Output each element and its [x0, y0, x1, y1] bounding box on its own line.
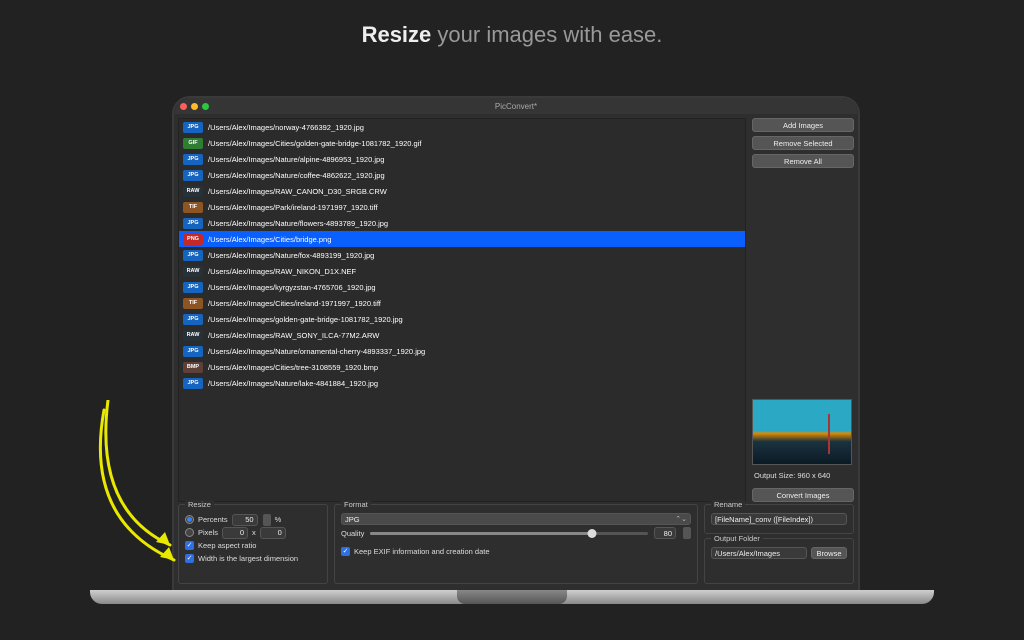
percents-stepper[interactable]	[263, 514, 271, 526]
file-row[interactable]: JPG/Users/Alex/Images/golden-gate-bridge…	[179, 311, 745, 327]
format-badge: JPG	[183, 218, 203, 229]
file-row[interactable]: JPG/Users/Alex/Images/Nature/ornamental-…	[179, 343, 745, 359]
keep-aspect-checkbox[interactable]	[185, 541, 194, 550]
remove-selected-button[interactable]: Remove Selected	[752, 136, 854, 150]
output-folder-group: Output Folder /Users/Alex/Images Browse	[704, 538, 854, 584]
output-folder-path[interactable]: /Users/Alex/Images	[711, 547, 807, 559]
rename-pattern-input[interactable]: [FileName]_conv ([FileIndex])	[711, 513, 847, 525]
file-path: /Users/Alex/Images/Cities/bridge.png	[208, 235, 331, 244]
file-path: /Users/Alex/Images/Cities/golden-gate-br…	[208, 139, 421, 148]
rename-group: Rename [FileName]_conv ([FileIndex])	[704, 504, 854, 534]
file-path: /Users/Alex/Images/Nature/lake-4841884_1…	[208, 379, 378, 388]
format-badge: TIF	[183, 202, 203, 213]
pixels-width-input[interactable]: 0	[222, 527, 248, 539]
preview-image	[752, 399, 852, 465]
file-path: /Users/Alex/Images/Park/ireland-1971997_…	[208, 203, 378, 212]
file-row[interactable]: TIF/Users/Alex/Images/Cities/ireland-197…	[179, 295, 745, 311]
chevron-updown-icon: ⌃⌄	[675, 515, 687, 523]
format-badge: GIF	[183, 138, 203, 149]
file-path: /Users/Alex/Images/golden-gate-bridge-10…	[208, 315, 403, 324]
file-row[interactable]: JPG/Users/Alex/Images/Nature/lake-484188…	[179, 375, 745, 391]
format-badge: BMP	[183, 362, 203, 373]
file-row[interactable]: JPG/Users/Alex/Images/Nature/alpine-4896…	[179, 151, 745, 167]
quality-stepper[interactable]	[683, 527, 691, 539]
format-badge: RAW	[183, 330, 203, 341]
format-badge: RAW	[183, 186, 203, 197]
file-list[interactable]: JPG/Users/Alex/Images/norway-4766392_192…	[178, 118, 746, 502]
percents-input[interactable]: 50	[232, 514, 258, 526]
file-path: /Users/Alex/Images/RAW_CANON_D30_SRGB.CR…	[208, 187, 387, 196]
percents-radio[interactable]	[185, 515, 194, 524]
format-badge: RAW	[183, 266, 203, 277]
format-badge: JPG	[183, 122, 203, 133]
pixels-height-input[interactable]: 0	[260, 527, 286, 539]
output-size-label: Output Size: 960 x 640	[752, 469, 854, 484]
pixels-radio[interactable]	[185, 528, 194, 537]
percents-label: Percents	[198, 515, 228, 524]
file-row[interactable]: JPG/Users/Alex/Images/kyrgyzstan-4765706…	[179, 279, 745, 295]
format-badge: JPG	[183, 170, 203, 181]
format-badge: PNG	[183, 234, 203, 245]
file-path: /Users/Alex/Images/kyrgyzstan-4765706_19…	[208, 283, 376, 292]
file-path: /Users/Alex/Images/Cities/ireland-197199…	[208, 299, 381, 308]
file-path: /Users/Alex/Images/Nature/ornamental-che…	[208, 347, 425, 356]
quality-value-input[interactable]: 80	[654, 527, 676, 539]
format-badge: JPG	[183, 346, 203, 357]
file-path: /Users/Alex/Images/Nature/alpine-4896953…	[208, 155, 384, 164]
titlebar[interactable]: PicConvert*	[174, 98, 858, 114]
file-row[interactable]: RAW/Users/Alex/Images/RAW_CANON_D30_SRGB…	[179, 183, 745, 199]
resize-group: Resize Percents 50 % Pixels 0 x 0	[178, 504, 328, 584]
file-row[interactable]: GIF/Users/Alex/Images/Cities/golden-gate…	[179, 135, 745, 151]
file-path: /Users/Alex/Images/Nature/flowers-489378…	[208, 219, 388, 228]
format-badge: JPG	[183, 314, 203, 325]
file-row[interactable]: JPG/Users/Alex/Images/norway-4766392_192…	[179, 119, 745, 135]
format-badge: JPG	[183, 378, 203, 389]
format-badge: JPG	[183, 250, 203, 261]
keep-exif-label: Keep EXIF information and creation date	[354, 547, 490, 556]
format-select[interactable]: JPG ⌃⌄	[341, 513, 691, 525]
laptop-frame: PicConvert* JPG/Users/Alex/Images/norway…	[90, 90, 934, 610]
convert-images-button[interactable]: Convert Images	[752, 488, 854, 502]
width-largest-label: Width is the largest dimension	[198, 554, 298, 563]
format-group: Format JPG ⌃⌄ Quality 80	[334, 504, 698, 584]
file-row[interactable]: RAW/Users/Alex/Images/RAW_SONY_ILCA-77M2…	[179, 327, 745, 343]
add-images-button[interactable]: Add Images	[752, 118, 854, 132]
format-badge: JPG	[183, 154, 203, 165]
file-path: /Users/Alex/Images/norway-4766392_1920.j…	[208, 123, 364, 132]
file-row[interactable]: BMP/Users/Alex/Images/Cities/tree-310855…	[179, 359, 745, 375]
file-row[interactable]: RAW/Users/Alex/Images/RAW_NIKON_D1X.NEF	[179, 263, 745, 279]
file-path: /Users/Alex/Images/Nature/coffee-4862622…	[208, 171, 385, 180]
file-row[interactable]: PNG/Users/Alex/Images/Cities/bridge.png	[179, 231, 745, 247]
quality-label: Quality	[341, 529, 364, 538]
keep-aspect-label: Keep aspect ratio	[198, 541, 256, 550]
file-row[interactable]: JPG/Users/Alex/Images/Nature/fox-4893199…	[179, 247, 745, 263]
pixels-label: Pixels	[198, 528, 218, 537]
quality-slider[interactable]	[370, 532, 648, 535]
file-path: /Users/Alex/Images/RAW_NIKON_D1X.NEF	[208, 267, 356, 276]
file-path: /Users/Alex/Images/RAW_SONY_ILCA-77M2.AR…	[208, 331, 379, 340]
file-path: /Users/Alex/Images/Cities/tree-3108559_1…	[208, 363, 378, 372]
window-title: PicConvert*	[174, 102, 858, 111]
width-largest-checkbox[interactable]	[185, 554, 194, 563]
marketing-tagline: Resize your images with ease.	[0, 0, 1024, 48]
browse-button[interactable]: Browse	[811, 547, 847, 559]
format-badge: TIF	[183, 298, 203, 309]
file-row[interactable]: TIF/Users/Alex/Images/Park/ireland-19719…	[179, 199, 745, 215]
file-row[interactable]: JPG/Users/Alex/Images/Nature/coffee-4862…	[179, 167, 745, 183]
remove-all-button[interactable]: Remove All	[752, 154, 854, 168]
file-row[interactable]: JPG/Users/Alex/Images/Nature/flowers-489…	[179, 215, 745, 231]
file-path: /Users/Alex/Images/Nature/fox-4893199_19…	[208, 251, 374, 260]
keep-exif-checkbox[interactable]	[341, 547, 350, 556]
app-window: PicConvert* JPG/Users/Alex/Images/norway…	[174, 98, 858, 590]
format-badge: JPG	[183, 282, 203, 293]
